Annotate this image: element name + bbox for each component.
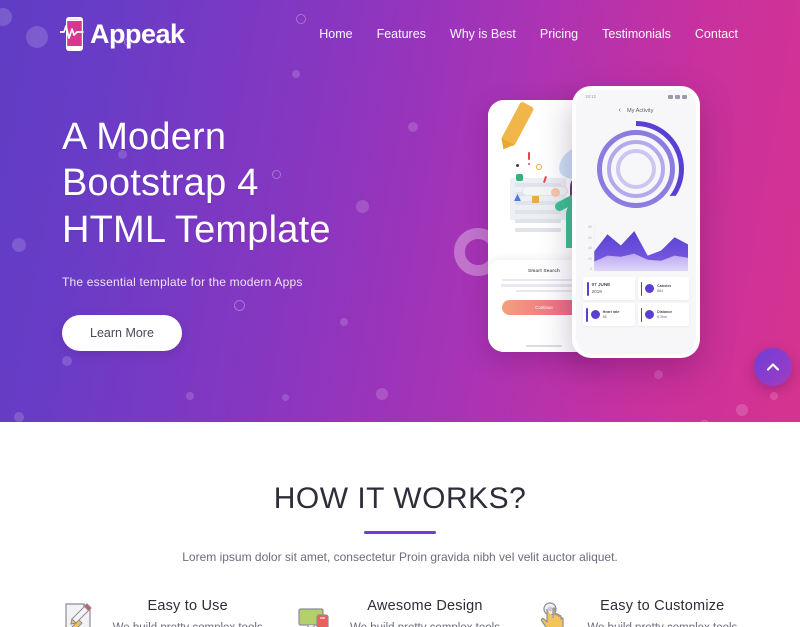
tile-date-year: 2019 [591,288,602,294]
hero-copy: A Modern Bootstrap 4 HTML Template The e… [0,56,420,352]
tile-heart-rate-text: Heart rate 86 [603,310,620,320]
activity-area-chart: 80 60 40 20 0 [584,225,688,271]
tile-calories-value: 864 [657,288,664,293]
feature-title: Awesome Design [367,597,483,614]
brand-name: Appeak [90,18,185,49]
learn-more-button[interactable]: Learn More [62,315,182,352]
decor-bubble [700,420,709,422]
phone-notch [613,90,659,99]
decor-confetti [532,196,539,203]
tile-date-text: 07 JUNE 2019 [592,282,611,294]
decor-bubble [14,412,24,422]
scroll-to-top-button[interactable] [754,348,792,386]
decor-bubble [736,404,748,416]
tile-distance-text: Distance 6.2km [657,310,672,320]
status-indicators: . . . [668,94,687,99]
section-divider [364,531,436,534]
feature-title: Easy to Use [147,597,228,614]
paper-pencil-ruler-icon [60,600,96,627]
decor-bubble [62,356,72,366]
how-it-works-section: HOW IT WORKS? Lorem ipsum dolor sit amet… [0,422,800,627]
feature-desc: We build pretty complex tools and [585,620,740,627]
decor-confetti [516,174,523,181]
activity-ring-inner [616,149,656,189]
tile-heart-rate-value: 86 [602,314,607,319]
y-tick: 60 [588,235,592,240]
feature-text: Easy to Customize We build pretty comple… [585,598,740,627]
hero-subtitle: The essential template for the modern Ap… [62,275,303,290]
feature-title: Easy to Customize [600,597,725,614]
section-title: HOW IT WORKS? [273,482,527,515]
pencil-icon [500,101,535,147]
distance-icon [645,310,655,319]
decor-bubble [376,388,388,400]
y-tick: 40 [588,246,592,250]
nav-item-why-is-best[interactable]: Why is Best [450,27,516,41]
y-tick: 80 [588,225,592,229]
tile-distance[interactable]: Distance 6.2km [637,303,689,326]
chart-y-axis: 80 60 40 20 0 [584,225,594,271]
decor-bubble [770,392,778,400]
tile-calories-text: Calories 864 [657,284,671,294]
main-navbar: Appeak Home Features Why is Best Pricing… [0,0,800,56]
tile-heart-rate[interactable]: Heart rate 86 [583,303,635,326]
tile-calories[interactable]: Calories 864 [637,277,689,300]
hero-section: Appeak Home Features Why is Best Pricing… [0,0,800,422]
decor-bubble [186,392,194,400]
nav-item-pricing[interactable]: Pricing [540,27,578,41]
hand-tap-icon [535,600,571,627]
tile-distance-value: 6.2km [657,314,667,319]
feature-desc: We build pretty complex tools and [347,620,502,627]
hero-title-line-3: HTML Template [62,208,331,251]
section-subtitle: Lorem ipsum dolor sit amet, consectetur … [182,549,618,564]
feature-easy-to-use: Easy to Use We build pretty complex tool… [60,598,265,627]
hero-title-line-1: A Modern [62,116,227,158]
brand-logo[interactable]: Appeak [59,16,185,52]
nav-item-features[interactable]: Features [377,27,426,41]
feature-awesome-design: Awesome Design We build pretty complex t… [297,598,502,627]
decor-confetti [516,164,519,167]
y-tick: 20 [588,256,592,261]
signal-icon: . [668,94,673,99]
y-tick: 0 [590,267,592,271]
decor-confetti [528,152,530,160]
nav-item-contact[interactable]: Contact [695,27,738,41]
phone-pulse-icon [59,16,84,52]
illustration-search-bar [522,186,568,196]
feature-easy-to-customize: Easy to Customize We build pretty comple… [535,598,740,627]
features-row: Easy to Use We build pretty complex tool… [0,564,800,627]
chart-plot [594,225,688,271]
feature-desc: We build pretty complex tools and [110,620,265,627]
wifi-icon: . [675,94,680,99]
home-indicator [526,345,562,347]
flame-icon [645,284,655,293]
nav-item-testimonials[interactable]: Testimonials [602,27,671,41]
decor-confetti [528,163,530,165]
monitor-phone-icon [297,600,333,627]
decor-bubble [282,394,289,401]
phone-screen-header: ‹ My Activity [576,99,696,114]
activity-rings [588,121,684,217]
battery-icon: . [682,94,687,99]
illustration-person-hand [551,188,560,197]
phone-screen: 18:12 . . . ‹ My Activity [576,90,696,354]
nav-item-home[interactable]: Home [319,27,352,41]
decor-confetti [536,164,542,170]
status-time: 18:12 [585,94,596,99]
hero-title-line-2: Bootstrap 4 [62,162,259,205]
hero-title: A Modern Bootstrap 4 HTML Template [62,114,420,253]
feature-text: Awesome Design We build pretty complex t… [347,598,502,627]
phone-mockup-front: 18:12 . . . ‹ My Activity [572,86,700,358]
chevron-up-icon [767,363,779,371]
hero-artwork: Smart Search Continue 18:12 . . . [454,86,748,376]
tile-date[interactable]: 07 JUNE 2019 [583,277,635,300]
nav-links: Home Features Why is Best Pricing Testim… [319,27,738,41]
activity-tiles: 07 JUNE 2019 Calories 864 Heart rate 86 … [576,271,696,326]
feature-text: Easy to Use We build pretty complex tool… [110,598,265,627]
chevron-left-icon[interactable]: ‹ [619,107,621,114]
phone-screen-title: My Activity [626,107,654,114]
heart-icon [590,310,600,319]
